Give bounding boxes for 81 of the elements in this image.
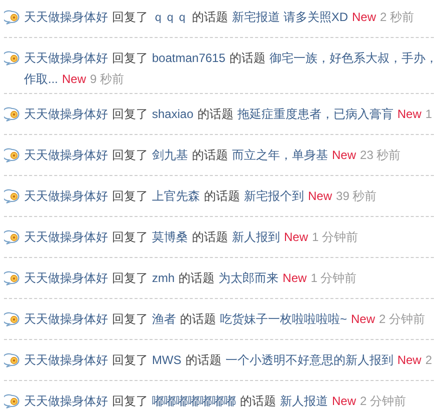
user-link[interactable]: 天天做操身体好 [24, 268, 108, 289]
action-text: 的话题 [240, 393, 276, 410]
topic-link[interactable]: 新人报到 [232, 227, 280, 248]
user-link[interactable]: zmh [152, 268, 175, 289]
user-link[interactable]: 天天做操身体好 [24, 48, 108, 69]
user-link[interactable]: 剑九基 [152, 145, 188, 166]
timestamp: 2 秒前 [380, 9, 414, 26]
action-text: 回复了 [112, 147, 148, 164]
user-link[interactable]: 嘟嘟嘟嘟嘟嘟嘟 [152, 391, 236, 412]
timestamp: 23 秒前 [360, 147, 401, 164]
action-text: 回复了 [112, 50, 148, 67]
comment-icon [4, 51, 20, 66]
timestamp: 39 秒前 [336, 188, 377, 205]
topic-link[interactable]: 作取... [24, 69, 58, 90]
timestamp: 2 分钟前 [379, 311, 426, 328]
user-link[interactable]: 天天做操身体好 [24, 186, 108, 207]
user-link[interactable]: 莫博桑 [152, 227, 188, 248]
user-link[interactable]: 天天做操身体好 [24, 7, 108, 28]
user-link[interactable]: 上官先森 [152, 186, 200, 207]
comment-icon [4, 312, 20, 327]
action-text: 回复了 [112, 311, 148, 328]
timestamp: 2 [425, 352, 432, 369]
action-text: 回复了 [112, 9, 148, 26]
topic-link[interactable]: 御宅一族，好色系大叔，手办， [269, 48, 434, 69]
new-label: New [284, 229, 308, 246]
comment-icon [4, 394, 20, 409]
topic-link[interactable]: 而立之年，单身基 [232, 145, 328, 166]
action-text: 的话题 [192, 229, 228, 246]
comment-icon [4, 189, 20, 204]
action-text: 回复了 [112, 270, 148, 287]
user-link[interactable]: 天天做操身体好 [24, 309, 108, 330]
user-link[interactable]: 天天做操身体好 [24, 104, 108, 125]
topic-link[interactable]: 为太郎而来 [218, 268, 279, 289]
action-text: 的话题 [229, 50, 266, 67]
new-label: New [332, 147, 356, 164]
new-label: New [351, 311, 376, 328]
topic-link[interactable]: 一个小透明不好意思的新人报到 [225, 350, 394, 371]
timestamp: 1 分钟前 [310, 270, 357, 287]
action-text: 回复了 [112, 352, 148, 369]
new-label: New [397, 352, 422, 369]
topic-link[interactable]: 新人报道 [280, 391, 328, 412]
topic-link[interactable]: 新宅报道 请多关照XD [232, 7, 348, 28]
action-text: 的话题 [204, 188, 240, 205]
comment-icon [4, 107, 20, 122]
user-link[interactable]: 天天做操身体好 [24, 350, 108, 371]
timestamp: 9 秒前 [90, 71, 124, 88]
user-link[interactable]: shaxiao [152, 104, 194, 125]
user-link[interactable]: boatman7615 [152, 48, 226, 69]
action-text: 回复了 [112, 229, 148, 246]
comment-icon [4, 230, 20, 245]
comment-icon [4, 10, 20, 25]
new-label: New [308, 188, 332, 205]
timestamp: 2 分钟前 [360, 393, 406, 410]
action-text: 回复了 [112, 188, 148, 205]
action-text: 的话题 [192, 9, 228, 26]
user-link[interactable]: 天天做操身体好 [24, 145, 108, 166]
comment-icon [4, 148, 20, 163]
action-text: 的话题 [185, 352, 222, 369]
action-text: 的话题 [178, 270, 215, 287]
new-label: New [397, 106, 422, 123]
action-text: 的话题 [197, 106, 234, 123]
user-link[interactable]: 天天做操身体好 [24, 227, 108, 248]
user-link[interactable]: ｑｑｑ [152, 7, 188, 28]
topic-link[interactable]: 吃货妹子一枚啦啦啦啦~ [220, 309, 348, 330]
timestamp: 1 分钟前 [312, 229, 358, 246]
new-label: New [62, 71, 86, 88]
topic-link[interactable]: 新宅报个到 [244, 186, 304, 207]
timestamp: 1 [425, 106, 432, 123]
action-text: 回复了 [112, 393, 148, 410]
action-text: 的话题 [180, 311, 216, 328]
new-label: New [352, 9, 376, 26]
action-text: 回复了 [112, 106, 148, 123]
user-link[interactable]: 渔者 [152, 309, 176, 330]
action-text: 的话题 [192, 147, 228, 164]
user-link[interactable]: MWS [152, 350, 182, 371]
topic-link[interactable]: 拖延症重度患者，已病入膏肓 [237, 104, 394, 125]
user-link[interactable]: 天天做操身体好 [24, 391, 108, 412]
comment-icon [4, 353, 20, 368]
new-label: New [332, 393, 356, 410]
comment-icon [4, 271, 20, 286]
new-label: New [282, 270, 307, 287]
